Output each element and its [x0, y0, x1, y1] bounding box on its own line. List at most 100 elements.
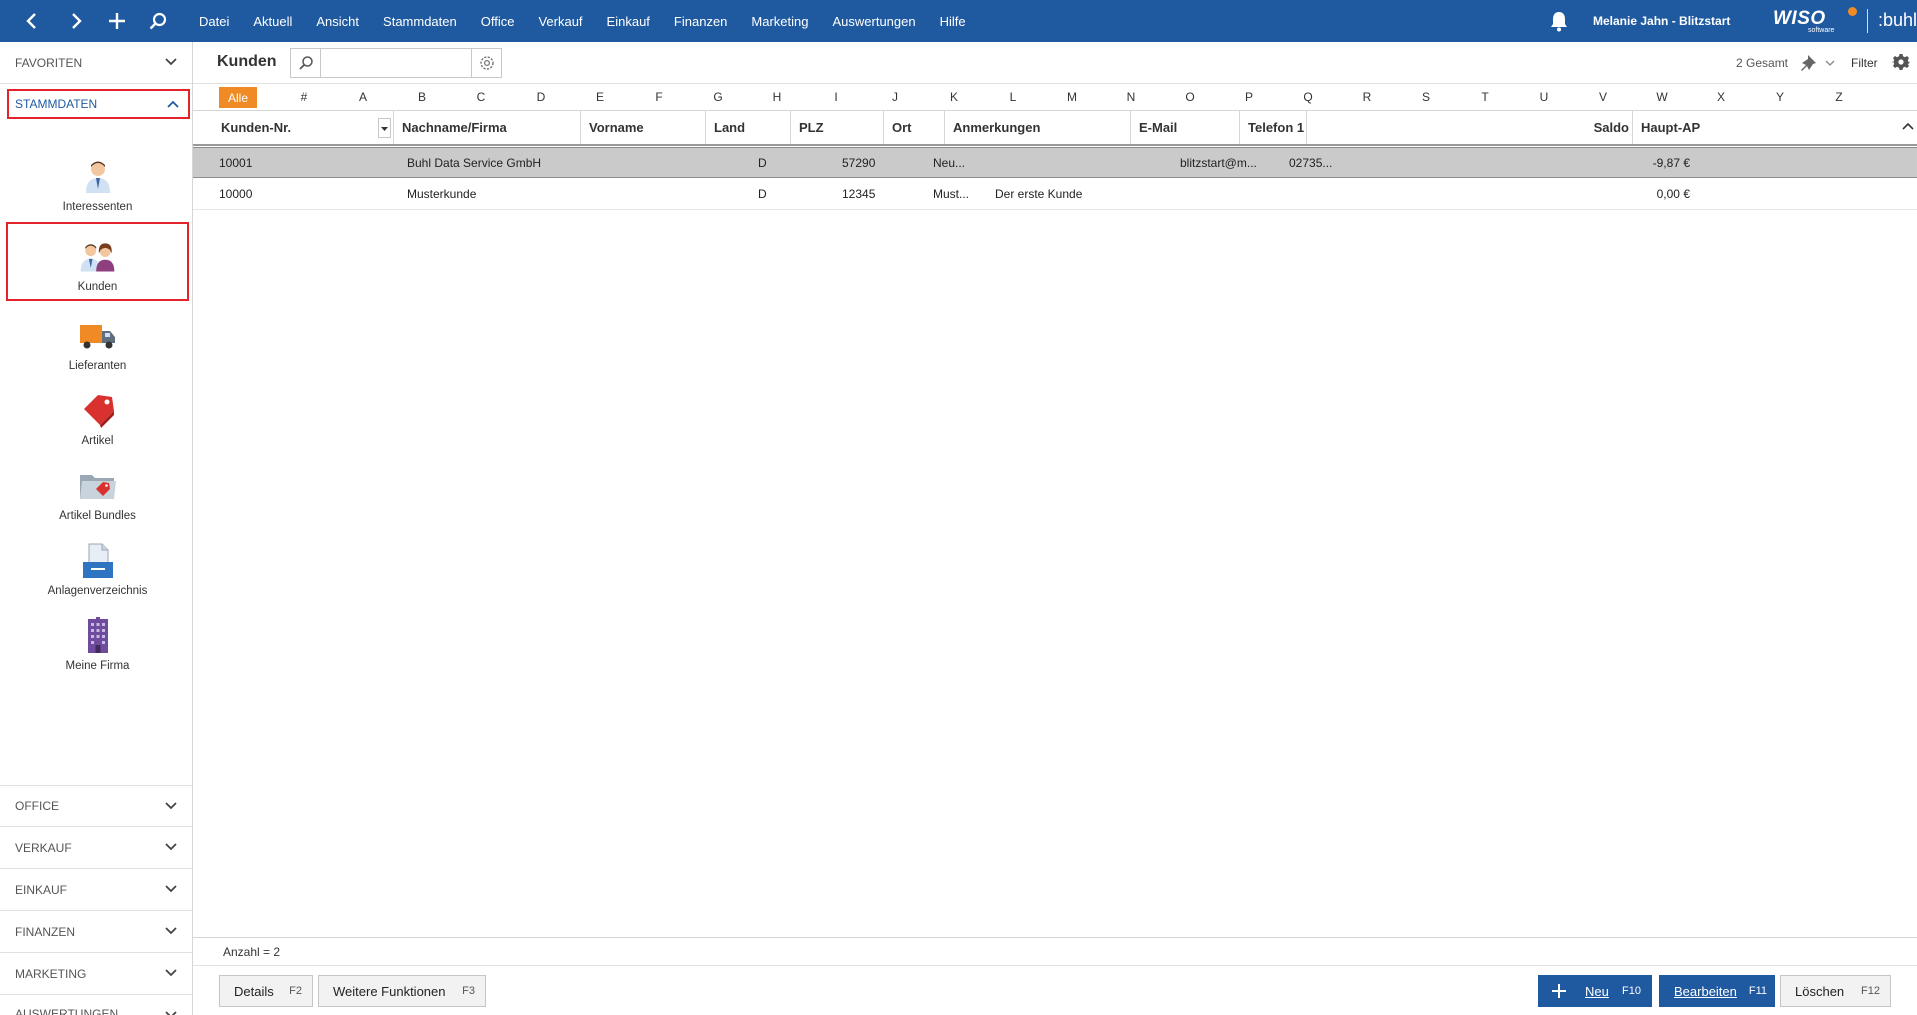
- menu-office[interactable]: Office: [481, 14, 515, 29]
- column-filter-dropdown[interactable]: [378, 118, 391, 138]
- cell-ort: Neu...: [933, 156, 966, 170]
- loeschen-button[interactable]: Löschen F12: [1780, 975, 1891, 1007]
- alpha-letter[interactable]: C: [471, 90, 491, 104]
- menu-verkauf[interactable]: Verkauf: [538, 14, 582, 29]
- alpha-letter[interactable]: J: [885, 90, 905, 104]
- alpha-letter[interactable]: D: [531, 90, 551, 104]
- total-count: 2 Gesamt: [1736, 56, 1789, 70]
- details-button[interactable]: Details F2: [219, 975, 313, 1007]
- sidebar-section-verkauf[interactable]: VERKAUF: [0, 827, 192, 869]
- sidebar-section-stammdaten[interactable]: STAMMDATEN: [7, 89, 190, 119]
- search-input[interactable]: [323, 51, 463, 75]
- sidebar-section-label: OFFICE: [15, 799, 59, 813]
- column-nachname-firma[interactable]: Nachname/Firma: [393, 111, 581, 144]
- column-vorname[interactable]: Vorname: [581, 111, 706, 144]
- column-land[interactable]: Land: [706, 111, 791, 144]
- alpha-letter[interactable]: A: [353, 90, 373, 104]
- logo-dot-icon: [1848, 7, 1857, 16]
- alpha-letter[interactable]: O: [1180, 90, 1200, 104]
- sidebar-item-artikel[interactable]: Artikel: [6, 381, 189, 453]
- sidebar-item-lieferanten[interactable]: Lieferanten: [6, 306, 189, 378]
- sidebar-section-auswertungen[interactable]: AUSWERTUNGEN: [0, 995, 192, 1015]
- column-ort[interactable]: Ort: [884, 111, 945, 144]
- bell-icon[interactable]: [1548, 10, 1570, 32]
- alpha-letter[interactable]: M: [1062, 90, 1082, 104]
- alpha-letter[interactable]: Q: [1298, 90, 1318, 104]
- sidebar-section-marketing[interactable]: MARKETING: [0, 953, 192, 995]
- alpha-letter[interactable]: Z: [1829, 90, 1849, 104]
- menu-hilfe[interactable]: Hilfe: [940, 14, 966, 29]
- sidebar-item-kunden[interactable]: Kunden: [6, 222, 189, 301]
- back-button[interactable]: [12, 0, 52, 42]
- alpha-letter[interactable]: E: [590, 90, 610, 104]
- search-button[interactable]: [138, 0, 178, 42]
- alpha-letter[interactable]: K: [944, 90, 964, 104]
- add-button[interactable]: [97, 0, 137, 42]
- alpha-letter[interactable]: T: [1475, 90, 1495, 104]
- gear-icon[interactable]: [1892, 53, 1910, 71]
- weitere-funktionen-button[interactable]: Weitere Funktionen F3: [318, 975, 486, 1007]
- forward-button[interactable]: [56, 0, 96, 42]
- sidebar-item-artikel-bundles[interactable]: Artikel Bundles: [6, 456, 189, 528]
- column-email[interactable]: E-Mail: [1131, 111, 1240, 144]
- alpha-letter[interactable]: Y: [1770, 90, 1790, 104]
- alpha-letter[interactable]: S: [1416, 90, 1436, 104]
- bearbeiten-button[interactable]: Bearbeiten F11: [1659, 975, 1775, 1007]
- user-name[interactable]: Melanie Jahn - Blitzstart: [1593, 14, 1730, 28]
- sidebar-item-label: Artikel Bundles: [59, 510, 136, 522]
- menu-marketing[interactable]: Marketing: [751, 14, 808, 29]
- menu-stammdaten[interactable]: Stammdaten: [383, 14, 457, 29]
- menu-datei[interactable]: Datei: [199, 14, 229, 29]
- chevron-down-icon: [165, 58, 177, 66]
- sidebar-item-label: Meine Firma: [65, 660, 130, 672]
- sidebar-item-interessenten[interactable]: Interessenten: [6, 147, 189, 219]
- menu-finanzen[interactable]: Finanzen: [674, 14, 727, 29]
- filter-button[interactable]: Filter: [1851, 56, 1878, 70]
- alpha-letter[interactable]: X: [1711, 90, 1731, 104]
- column-anmerkungen[interactable]: Anmerkungen: [945, 111, 1131, 144]
- pin-icon[interactable]: [1800, 53, 1838, 73]
- column-plz[interactable]: PLZ: [791, 111, 884, 144]
- search-settings-icon[interactable]: [471, 49, 501, 77]
- alpha-letter[interactable]: G: [708, 90, 728, 104]
- table-row[interactable]: 10001 Buhl Data Service GmbH D 57290 Neu…: [193, 147, 1917, 178]
- cell-name: Buhl Data Service GmbH: [407, 156, 542, 170]
- alpha-letter[interactable]: I: [826, 90, 846, 104]
- menu-auswertungen[interactable]: Auswertungen: [832, 14, 915, 29]
- column-haupt-ap[interactable]: Haupt-AP: [1633, 111, 1873, 144]
- alpha-letter[interactable]: F: [649, 90, 669, 104]
- alpha-all[interactable]: Alle: [219, 87, 257, 108]
- sidebar-item-anlagenverzeichnis[interactable]: Anlagenverzeichnis: [6, 531, 189, 603]
- alpha-letter[interactable]: L: [1003, 90, 1023, 104]
- menu-einkauf[interactable]: Einkauf: [607, 14, 650, 29]
- chevron-up-icon: [167, 100, 179, 108]
- table-row[interactable]: 10000 Musterkunde D 12345 Must... Der er…: [193, 179, 1917, 210]
- alpha-letter[interactable]: W: [1652, 90, 1672, 104]
- sidebar-item-meine-firma[interactable]: Meine Firma: [6, 606, 189, 678]
- column-kunden-nr[interactable]: Kunden-Nr.: [213, 111, 393, 144]
- alpha-letter[interactable]: H: [767, 90, 787, 104]
- alpha-letter[interactable]: #: [294, 90, 314, 104]
- search-box: [290, 48, 502, 78]
- sidebar-section-einkauf[interactable]: EINKAUF: [0, 869, 192, 911]
- column-telefon-1[interactable]: Telefon 1: [1240, 111, 1307, 144]
- alpha-letter[interactable]: V: [1593, 90, 1613, 104]
- alpha-letter[interactable]: P: [1239, 90, 1259, 104]
- menu-ansicht[interactable]: Ansicht: [316, 14, 359, 29]
- search-icon[interactable]: [291, 49, 321, 77]
- folder-tag-icon: [78, 468, 118, 504]
- sidebar-section-favoriten[interactable]: FAVORITEN: [0, 42, 192, 84]
- alpha-letter[interactable]: B: [412, 90, 432, 104]
- alpha-letter[interactable]: N: [1121, 90, 1141, 104]
- button-shortcut: F2: [289, 985, 302, 997]
- column-saldo[interactable]: Saldo: [1307, 111, 1633, 144]
- alpha-letter[interactable]: U: [1534, 90, 1554, 104]
- sidebar-item-label: Interessenten: [62, 201, 133, 213]
- chevron-up-icon[interactable]: [1902, 121, 1914, 133]
- sidebar-section-label: AUSWERTUNGEN: [15, 1007, 119, 1015]
- menu-aktuell[interactable]: Aktuell: [253, 14, 292, 29]
- neu-button[interactable]: Neu F10: [1538, 975, 1652, 1007]
- alpha-letter[interactable]: R: [1357, 90, 1377, 104]
- sidebar-section-office[interactable]: OFFICE: [0, 785, 192, 827]
- sidebar-section-finanzen[interactable]: FINANZEN: [0, 911, 192, 953]
